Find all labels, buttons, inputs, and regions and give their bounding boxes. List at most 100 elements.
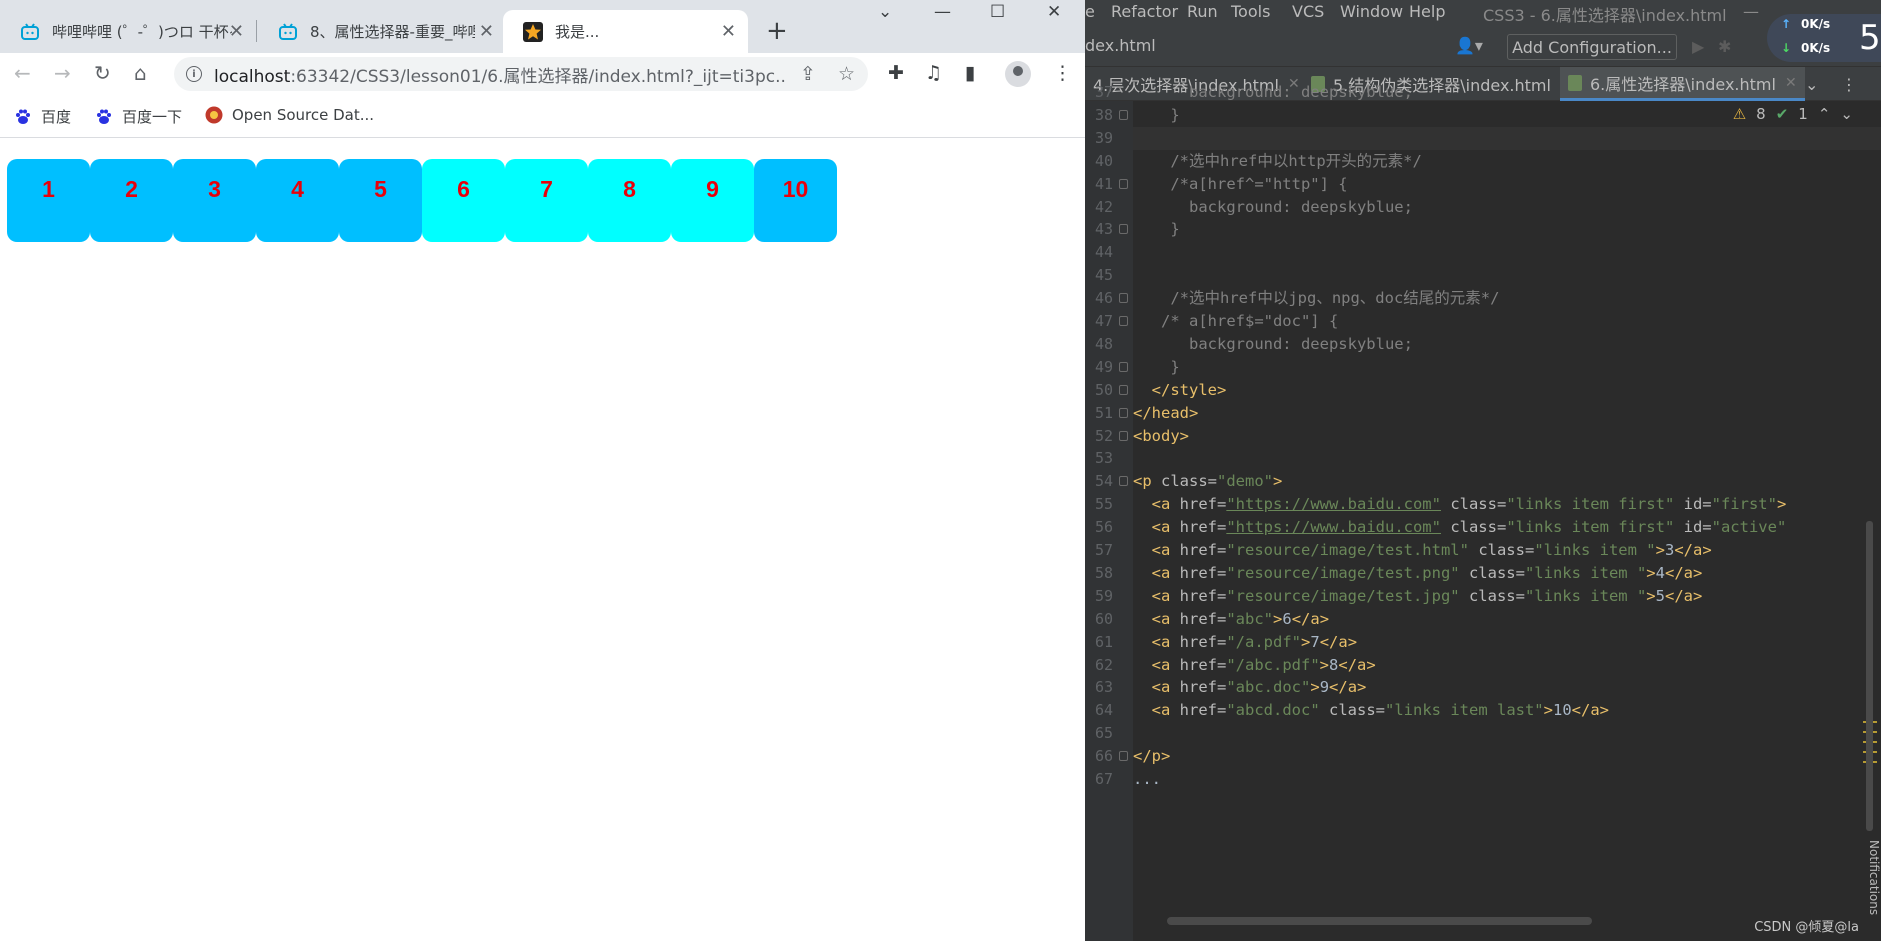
fold-marker-icon[interactable] [1119, 476, 1128, 487]
extensions-puzzle-icon[interactable]: ✚ [888, 62, 904, 84]
fold-marker-icon[interactable] [1119, 407, 1128, 418]
demo-link-6[interactable]: 6 [422, 159, 505, 242]
breadcrumb[interactable]: dex.html [1085, 36, 1156, 55]
code-line[interactable]: 54 <p class="demo"> [1095, 470, 1881, 493]
code-line[interactable]: 57 <a href="resource/image/test.html" cl… [1095, 539, 1881, 562]
demo-link-5[interactable]: 5 [339, 159, 422, 242]
fold-marker-icon[interactable] [1119, 224, 1128, 235]
notifications-side-label[interactable]: Notifications [1861, 840, 1881, 930]
demo-link-2[interactable]: 2 [90, 159, 173, 242]
fold-marker-icon[interactable] [1119, 384, 1128, 395]
close-icon[interactable]: ✕ [479, 21, 494, 42]
code-line[interactable]: 65 [1095, 722, 1881, 745]
bookmark-star-icon[interactable]: ☆ [838, 63, 855, 85]
code-line[interactable]: 62 <a href="/abc.pdf">8</a> [1095, 654, 1881, 677]
code-line[interactable]: 63 <a href="abc.doc">9</a> [1095, 676, 1881, 699]
code-line[interactable]: 60 <a href="abc">6</a> [1095, 608, 1881, 631]
reload-icon[interactable]: ↻ [94, 61, 111, 85]
menu-help[interactable]: Help [1409, 2, 1445, 21]
url-text[interactable]: localhost:63342/CSS3/lesson01/6.属性选择器/in… [214, 62, 786, 87]
code-line[interactable]: 64 <a href="abcd.doc" class="links item … [1095, 699, 1881, 722]
code-line[interactable]: 61 <a href="/a.pdf">7</a> [1095, 631, 1881, 654]
code-line[interactable]: 46 /*选中href中以jpg、npg、doc结尾的元素*/ [1095, 287, 1881, 310]
side-panel-icon[interactable]: ▮ [965, 62, 975, 84]
debug-icon[interactable]: ✱ [1718, 37, 1731, 56]
more-menu-icon[interactable]: ⋮ [1053, 62, 1072, 84]
close-window-icon[interactable]: ✕ [1047, 2, 1061, 22]
code-line[interactable]: 67... [1095, 768, 1881, 791]
fold-marker-icon[interactable] [1119, 293, 1128, 304]
demo-link-4[interactable]: 4 [256, 159, 339, 242]
code-line[interactable]: 40 /*选中href中以http开头的元素*/ [1095, 150, 1881, 173]
code-line[interactable]: 56 <a href="https://www.baidu.com" class… [1095, 516, 1881, 539]
fold-marker-icon[interactable] [1119, 361, 1128, 372]
user-icon[interactable]: 👤▾ [1455, 36, 1483, 55]
browser-tab-active[interactable]: 我是... ✕ [503, 10, 748, 53]
code-line[interactable]: 43 } [1095, 218, 1881, 241]
share-icon[interactable]: ⇪ [800, 63, 816, 85]
code-line[interactable]: 45 [1095, 264, 1881, 287]
demo-link-1[interactable]: 1 [7, 159, 90, 242]
code-line[interactable]: 55 <a href="https://www.baidu.com" class… [1095, 493, 1881, 516]
demo-link-3[interactable]: 3 [173, 159, 256, 242]
code-line[interactable]: 59 <a href="resource/image/test.jpg" cla… [1095, 585, 1881, 608]
bookmark-open-source[interactable]: Open Source Dat... [205, 106, 374, 124]
code-line[interactable]: 50 </style> [1095, 379, 1881, 402]
code-line[interactable]: 52 <body> [1095, 425, 1881, 448]
code-line[interactable]: 49 } [1095, 356, 1881, 379]
browser-tab-bilibili-home[interactable]: 哔哩哔哩 (゜-゜)つロ 干杯~-bilibili ✕ [0, 10, 256, 53]
code-line[interactable]: 48 background: deepskyblue; [1095, 333, 1881, 356]
menu-refactor[interactable]: Refactor [1111, 2, 1178, 21]
bookmark-baidu-search[interactable]: 百度一下 [95, 106, 182, 127]
tab-search-chevron-icon[interactable]: ⌄ [878, 2, 892, 22]
back-arrow-icon[interactable]: ← [14, 61, 31, 85]
media-control-icon[interactable]: ♫ [925, 62, 942, 84]
new-tab-icon[interactable]: + [766, 17, 788, 45]
code-line[interactable]: 37 background: deepskyblue; [1095, 81, 1881, 104]
code-line[interactable]: 66 </p> [1095, 745, 1881, 768]
ide-minimize-icon[interactable]: — [1743, 2, 1759, 21]
menu-tools[interactable]: Tools [1231, 2, 1270, 21]
menu-edit[interactable]: e [1085, 2, 1095, 21]
vertical-scrollbar[interactable] [1866, 521, 1873, 831]
menu-vcs[interactable]: VCS [1292, 2, 1324, 21]
add-configuration-button[interactable]: Add Configuration... [1507, 34, 1677, 60]
chevron-down-icon[interactable]: ⌄ [1840, 105, 1853, 123]
fold-marker-icon[interactable] [1119, 178, 1128, 189]
home-icon[interactable]: ⌂ [134, 61, 147, 85]
horizontal-scrollbar[interactable] [1167, 917, 1592, 925]
menu-window[interactable]: Window [1340, 2, 1403, 21]
close-icon[interactable]: ✕ [721, 21, 736, 42]
code-line[interactable]: 53 [1095, 447, 1881, 470]
fold-marker-icon[interactable] [1119, 430, 1128, 441]
code-line[interactable]: 51 </head> [1095, 402, 1881, 425]
profile-avatar[interactable] [1005, 61, 1031, 87]
close-icon[interactable]: ✕ [229, 21, 244, 42]
code-area[interactable]: 37 background: deepskyblue; 38 } 39 40 /*选中… [1095, 83, 1881, 941]
chevron-up-icon[interactable]: ⌃ [1818, 105, 1831, 123]
menu-run[interactable]: Run [1187, 2, 1218, 21]
code-line[interactable]: 42 background: deepskyblue; [1095, 196, 1881, 219]
fold-marker-icon[interactable] [1119, 751, 1128, 762]
maximize-icon[interactable]: ☐ [990, 2, 1005, 22]
browser-tab-bilibili-video[interactable]: 8、属性选择器-重要_哔哩哔哩_bilibili ✕ [258, 10, 506, 53]
code-line[interactable]: 58 <a href="resource/image/test.png" cla… [1095, 562, 1881, 585]
inspection-widget[interactable]: ⚠ 8 ✔ 1 ⌃ ⌄ [1733, 105, 1853, 123]
run-icon[interactable]: ▶ [1692, 37, 1704, 56]
minimize-icon[interactable]: — [934, 2, 951, 22]
forward-arrow-icon[interactable]: → [54, 61, 71, 85]
code-editor[interactable]: 37 background: deepskyblue; 38 } 39 40 /*选中… [1085, 83, 1881, 941]
fold-marker-icon[interactable] [1119, 109, 1128, 120]
site-info-icon[interactable]: i [186, 66, 202, 82]
code-line[interactable]: 47 /* a[href$="doc"] { [1095, 310, 1881, 333]
demo-link-7[interactable]: 7 [505, 159, 588, 242]
demo-link-10[interactable]: 10 [754, 159, 837, 242]
code-line[interactable]: 39 [1095, 126, 1881, 150]
fold-marker-icon[interactable] [1119, 316, 1128, 326]
demo-link-9[interactable]: 9 [671, 159, 754, 242]
address-bar[interactable]: i localhost:63342/CSS3/lesson01/6.属性选择器/… [174, 57, 868, 91]
code-line[interactable]: 44 [1095, 241, 1881, 264]
bookmark-baidu[interactable]: 百度 [14, 106, 71, 127]
demo-link-8[interactable]: 8 [588, 159, 671, 242]
code-line[interactable]: 41 /*a[href^="http"] { [1095, 173, 1881, 196]
